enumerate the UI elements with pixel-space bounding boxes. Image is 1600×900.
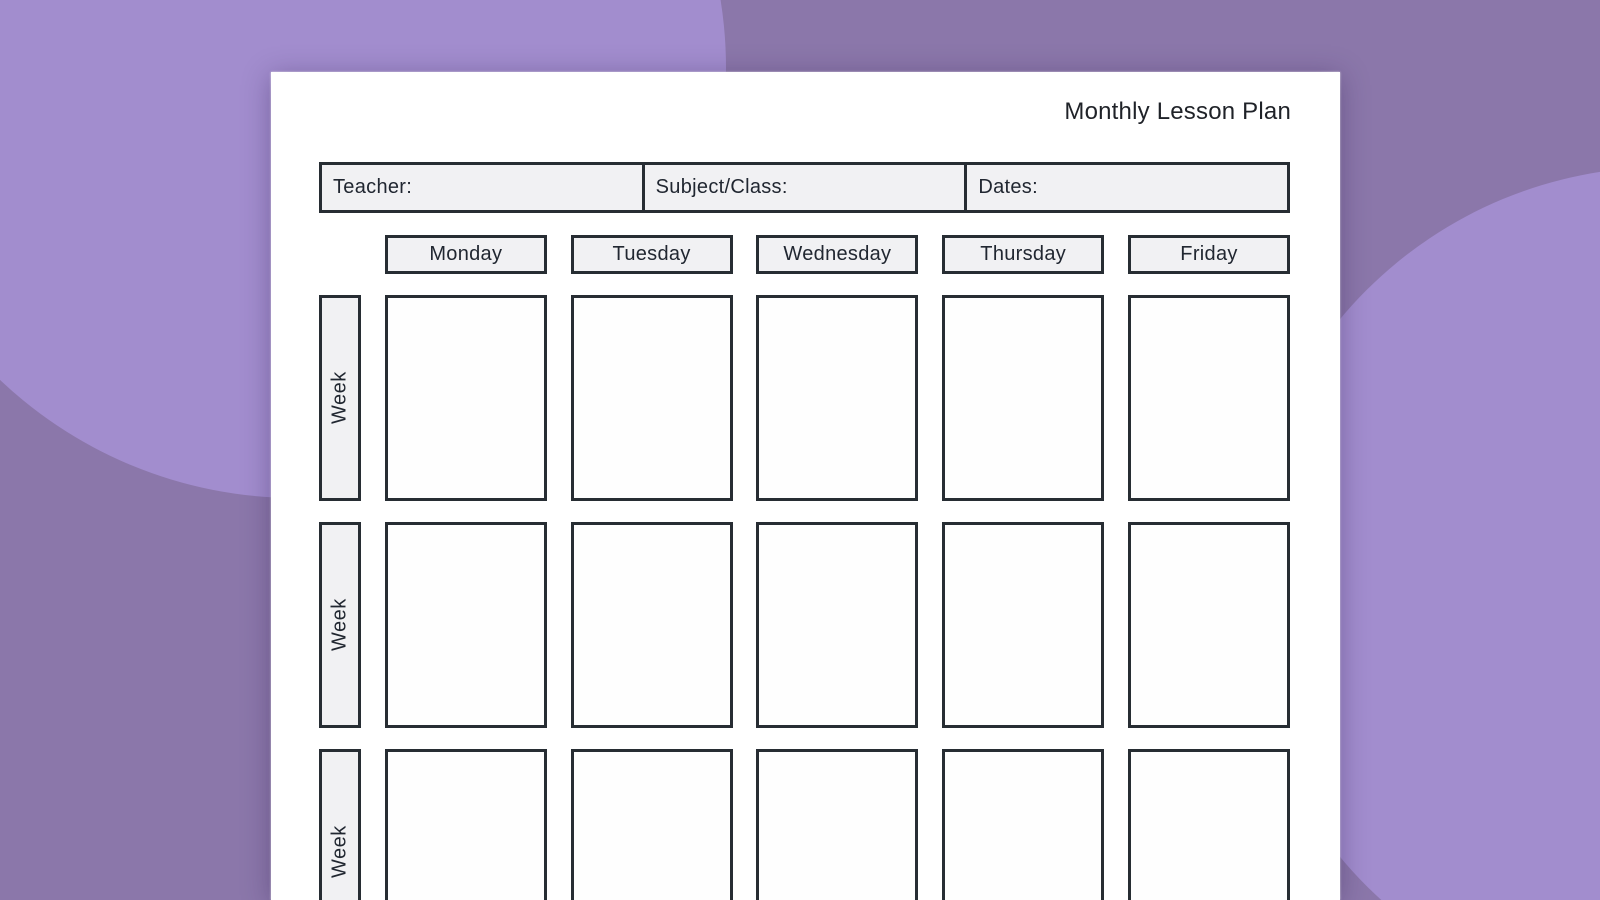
lesson-cell-week1-wednesday[interactable]: [756, 295, 918, 501]
lesson-cell-week1-monday[interactable]: [385, 295, 547, 501]
dates-field[interactable]: Dates:: [964, 165, 1287, 210]
page-title: Monthly Lesson Plan: [1064, 97, 1291, 127]
background: Monthly Lesson Plan Teacher: Subject/Cla…: [0, 0, 1600, 900]
week-3-label: Week: [319, 749, 361, 900]
subject-class-field[interactable]: Subject/Class:: [642, 165, 965, 210]
calendar-grid: Monday Tuesday Wednesday Thursday Friday…: [319, 235, 1290, 900]
day-header-monday: Monday: [385, 235, 547, 274]
info-row: Teacher: Subject/Class: Dates:: [319, 162, 1290, 213]
week-1-label: Week: [319, 295, 361, 501]
lesson-cell-week3-monday[interactable]: [385, 749, 547, 900]
lesson-cell-week2-friday[interactable]: [1128, 522, 1290, 728]
week-2-label: Week: [319, 522, 361, 728]
teacher-label: Teacher:: [333, 176, 412, 199]
day-header-thursday: Thursday: [942, 235, 1104, 274]
lesson-cell-week2-thursday[interactable]: [942, 522, 1104, 728]
teacher-field[interactable]: Teacher:: [322, 165, 642, 210]
day-header-friday: Friday: [1128, 235, 1290, 274]
day-header-tuesday: Tuesday: [571, 235, 733, 274]
lesson-plan-page: Monthly Lesson Plan Teacher: Subject/Cla…: [271, 72, 1340, 900]
lesson-cell-week2-wednesday[interactable]: [756, 522, 918, 728]
lesson-cell-week2-monday[interactable]: [385, 522, 547, 728]
lesson-cell-week3-friday[interactable]: [1128, 749, 1290, 900]
lesson-cell-week1-tuesday[interactable]: [571, 295, 733, 501]
lesson-cell-week3-tuesday[interactable]: [571, 749, 733, 900]
lesson-cell-week3-wednesday[interactable]: [756, 749, 918, 900]
day-header-wednesday: Wednesday: [756, 235, 918, 274]
lesson-cell-week1-thursday[interactable]: [942, 295, 1104, 501]
lesson-cell-week2-tuesday[interactable]: [571, 522, 733, 728]
dates-label: Dates:: [978, 176, 1038, 199]
lesson-cell-week3-thursday[interactable]: [942, 749, 1104, 900]
grid-corner-spacer: [319, 235, 361, 274]
lesson-cell-week1-friday[interactable]: [1128, 295, 1290, 501]
subject-class-label: Subject/Class:: [656, 176, 788, 199]
